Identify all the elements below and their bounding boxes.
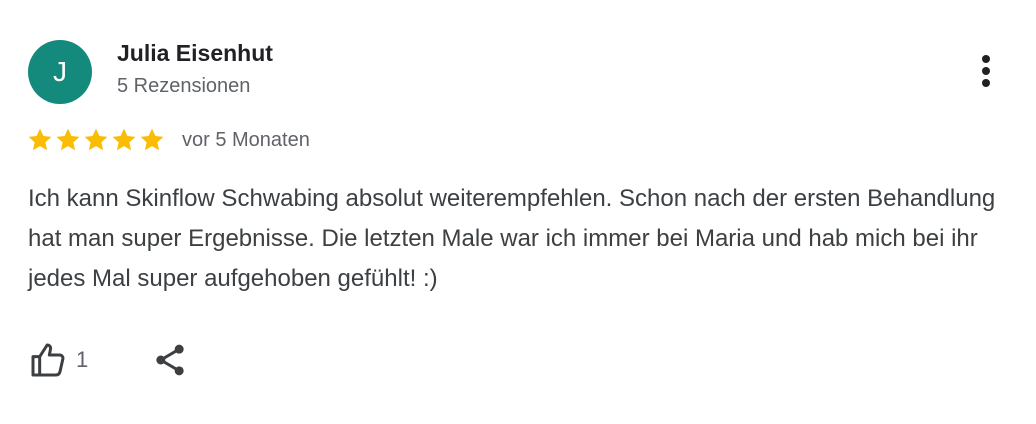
avatar-initial: J xyxy=(53,56,67,87)
star-icon xyxy=(112,128,136,151)
reviewer-review-count: 5 Rezensionen xyxy=(117,75,251,97)
more-vert-icon xyxy=(982,55,990,87)
avatar[interactable]: J xyxy=(28,40,92,104)
reviewer-name[interactable]: Julia Eisenhut xyxy=(117,40,273,67)
star-rating xyxy=(26,126,166,154)
star-icon xyxy=(28,128,52,151)
more-options-button[interactable] xyxy=(966,50,1006,92)
share-button[interactable] xyxy=(150,340,190,380)
review-text: Ich kann Skinflow Schwabing absolut weit… xyxy=(28,185,996,292)
star-icon xyxy=(56,128,80,151)
review-date: vor 5 Monaten xyxy=(182,128,310,151)
star-icon xyxy=(84,128,108,151)
like-count: 1 xyxy=(76,347,89,372)
review-actions: 1 xyxy=(28,340,190,380)
rating-row: vor 5 Monaten xyxy=(26,125,310,155)
like-button[interactable]: 1 xyxy=(28,340,88,380)
share-icon xyxy=(156,344,184,376)
thumbs-up-icon xyxy=(31,343,65,377)
star-icon xyxy=(140,128,164,151)
